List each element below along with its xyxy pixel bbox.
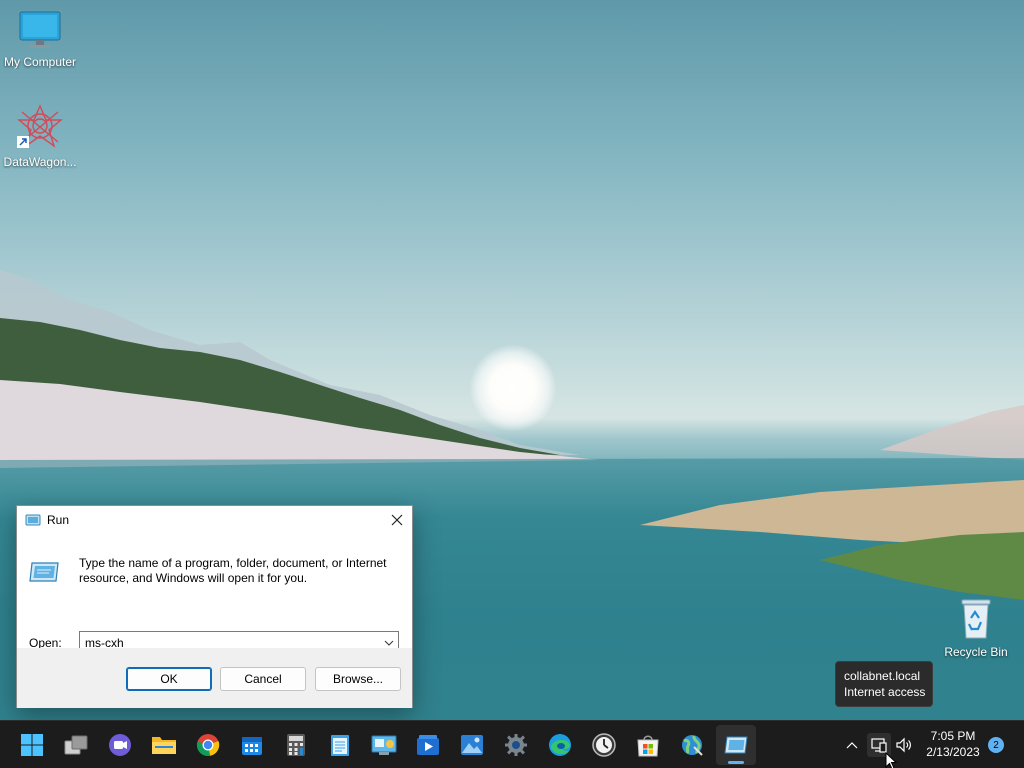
photos-icon bbox=[461, 735, 483, 755]
network-tooltip: collabnet.local Internet access bbox=[835, 661, 933, 707]
taskbar-chrome[interactable] bbox=[188, 725, 228, 765]
run-dialog-body: Type the name of a program, folder, docu… bbox=[17, 534, 412, 654]
run-dialog-footer: OK Cancel Browse... bbox=[17, 648, 412, 708]
taskbar-task-view[interactable] bbox=[56, 725, 96, 765]
run-small-icon bbox=[25, 514, 41, 526]
active-app-indicator bbox=[728, 761, 744, 764]
run-dialog-description: Type the name of a program, folder, docu… bbox=[79, 556, 387, 585]
sun bbox=[470, 345, 556, 431]
taskbar-media-player[interactable] bbox=[408, 725, 448, 765]
browse-button[interactable]: Browse... bbox=[315, 667, 401, 691]
network-wired-icon bbox=[871, 738, 887, 753]
datawagon-icon bbox=[17, 104, 63, 148]
taskbar-settings[interactable] bbox=[496, 725, 536, 765]
cancel-button[interactable]: Cancel bbox=[220, 667, 306, 691]
taskbar-calendar[interactable] bbox=[232, 725, 272, 765]
chevron-up-icon bbox=[846, 742, 858, 749]
close-button[interactable] bbox=[382, 506, 412, 534]
tooltip-network-status: Internet access bbox=[844, 685, 926, 699]
run-program-icon bbox=[29, 560, 61, 587]
notepad-icon bbox=[331, 735, 349, 756]
chrome-icon bbox=[196, 734, 220, 756]
clock-date: 2/13/2023 bbox=[926, 745, 980, 759]
run-dialog: Run Type the name of a program, folder, … bbox=[16, 505, 413, 708]
desktop-icon-label: Recycle Bin bbox=[944, 645, 1008, 659]
desktop-icon-my-computer[interactable]: My Computer bbox=[0, 10, 80, 69]
store-icon bbox=[637, 735, 659, 757]
desktop-icon-recycle-bin[interactable]: Recycle Bin bbox=[936, 596, 1016, 659]
desktop-icon-label: DataWagon... bbox=[3, 155, 77, 169]
speaker-volume-icon bbox=[896, 737, 911, 753]
globe-network-icon bbox=[682, 735, 703, 756]
mouse-cursor-icon bbox=[885, 751, 898, 768]
taskbar-photos[interactable] bbox=[452, 725, 492, 765]
recycle-bin-icon bbox=[961, 599, 991, 639]
notification-badge[interactable]: 2 bbox=[988, 737, 1004, 753]
run-dialog-title: Run bbox=[47, 513, 70, 527]
clock-time: 7:05 PM bbox=[930, 729, 976, 743]
chevron-down-icon bbox=[384, 640, 394, 646]
taskbar-calculator[interactable] bbox=[276, 725, 316, 765]
edge-icon bbox=[549, 734, 571, 756]
computer-monitor-icon bbox=[19, 11, 61, 48]
media-player-icon bbox=[417, 735, 439, 755]
taskbar-clock[interactable]: 7:05 PM 2/13/2023 bbox=[918, 728, 988, 760]
taskbar-start-button[interactable] bbox=[12, 725, 52, 765]
taskbar-run[interactable] bbox=[716, 725, 756, 765]
calculator-icon bbox=[287, 734, 305, 756]
teams-chat-icon bbox=[109, 734, 131, 756]
clock-icon bbox=[592, 733, 616, 757]
taskbar-edge[interactable] bbox=[540, 725, 580, 765]
taskbar: 7:05 PM 2/13/2023 2 bbox=[0, 720, 1024, 768]
task-view-icon bbox=[64, 735, 88, 755]
desktop-icon-label: My Computer bbox=[3, 55, 77, 69]
control-panel-icon bbox=[371, 735, 397, 755]
show-hidden-icons-button[interactable] bbox=[842, 733, 862, 757]
taskbar-file-explorer[interactable] bbox=[144, 725, 184, 765]
tooltip-network-name: collabnet.local bbox=[844, 669, 921, 683]
close-icon bbox=[391, 514, 403, 526]
taskbar-control-panel[interactable] bbox=[364, 725, 404, 765]
taskbar-store[interactable] bbox=[628, 725, 668, 765]
desktop-icon-datawagon[interactable]: DataWagon... bbox=[0, 104, 80, 169]
taskbar-clock-app[interactable] bbox=[584, 725, 624, 765]
taskbar-network-app[interactable] bbox=[672, 725, 712, 765]
run-icon bbox=[724, 736, 748, 754]
calendar-icon bbox=[242, 737, 262, 755]
taskbar-chat[interactable] bbox=[100, 725, 140, 765]
windows-start-icon bbox=[21, 734, 43, 756]
folder-icon bbox=[152, 737, 176, 754]
settings-gear-icon bbox=[505, 734, 527, 756]
ok-button[interactable]: OK bbox=[126, 667, 212, 691]
taskbar-notepad[interactable] bbox=[320, 725, 360, 765]
run-dialog-titlebar[interactable]: Run bbox=[17, 506, 412, 534]
